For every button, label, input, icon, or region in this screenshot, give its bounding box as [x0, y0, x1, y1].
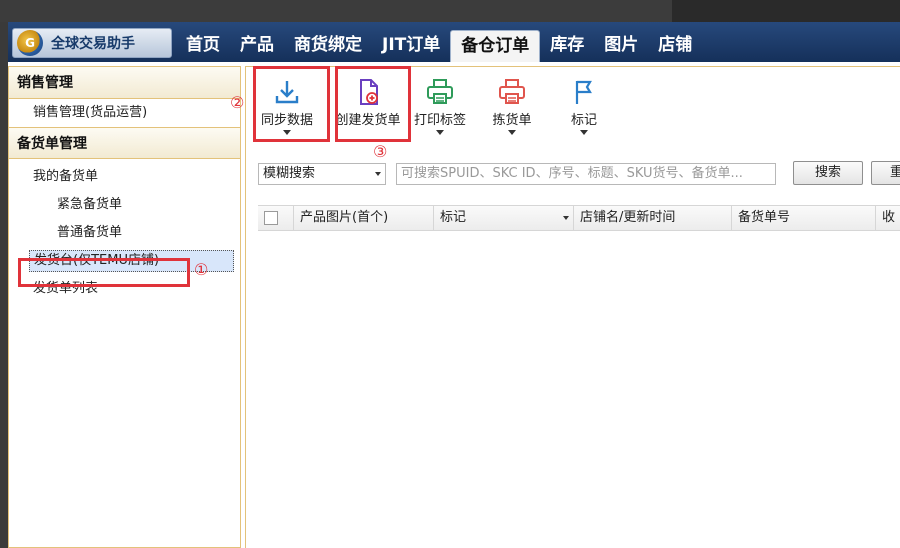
printer-icon [499, 79, 525, 104]
annotation-number-1: ① [194, 260, 209, 279]
chevron-down-icon [580, 130, 588, 135]
print-labels-button[interactable]: 打印标签 [404, 77, 476, 141]
sidebar-item-label: 我的备货单 [33, 169, 99, 184]
reset-button[interactable]: 重 [871, 161, 900, 185]
main-panel: 同步数据 创建发货单 打印标签 拣货单 标记 ② ③ 模糊搜索 可搜索SPUID… [230, 66, 900, 548]
mark-label: 标记 [570, 113, 597, 128]
menu-inventory[interactable]: 库存 [540, 30, 594, 62]
title-strip-dark [672, 0, 900, 22]
content-area: 销售管理 销售管理(货品运营) 备货单管理 我的备货单 紧急备货单 普通备货单 … [8, 62, 900, 548]
sort-arrow-icon [563, 216, 569, 220]
search-row: 模糊搜索 可搜索SPUID、SKC ID、序号、标题、SKU货号、备货单... … [246, 159, 900, 189]
highlight-box-shipping-desk [18, 258, 190, 287]
sidebar-group-sales[interactable]: 销售管理 [9, 67, 240, 99]
search-mode-select[interactable]: 模糊搜索 [258, 163, 386, 185]
column-header-receive[interactable]: 收 [876, 206, 900, 230]
main-menu: 首页 产品 商货绑定 JIT订单 备仓订单 库存 图片 店铺 [176, 22, 702, 62]
menu-products[interactable]: 产品 [230, 30, 284, 62]
menu-home[interactable]: 首页 [176, 30, 230, 62]
picking-list-button[interactable]: 拣货单 [476, 77, 548, 141]
menu-images[interactable]: 图片 [594, 30, 648, 62]
search-input[interactable]: 可搜索SPUID、SKC ID、序号、标题、SKU货号、备货单... [396, 163, 776, 185]
menu-goods-binding[interactable]: 商货绑定 [284, 30, 372, 62]
picking-list-label: 拣货单 [492, 113, 532, 128]
sidebar-item-label: 普通备货单 [57, 225, 123, 240]
chevron-down-icon [375, 172, 381, 176]
printer-icon [427, 79, 453, 104]
mark-button[interactable]: 标记 [548, 77, 620, 141]
title-strip [0, 0, 900, 22]
sidebar-item-my-orders[interactable]: 我的备货单 [9, 163, 240, 191]
column-header-order-number[interactable]: 备货单号 [732, 206, 876, 230]
search-mode-value: 模糊搜索 [263, 166, 316, 181]
column-header-mark[interactable]: 标记 [434, 206, 574, 230]
chevron-down-icon [508, 130, 516, 135]
select-all-checkbox[interactable] [264, 211, 278, 225]
table-header: 产品图片(首个) 标记 店铺名/更新时间 备货单号 收 [258, 205, 900, 231]
column-header-product-image[interactable]: 产品图片(首个) [294, 206, 434, 230]
sidebar: 销售管理 销售管理(货品运营) 备货单管理 我的备货单 紧急备货单 普通备货单 … [8, 66, 241, 548]
column-header-store-time[interactable]: 店铺名/更新时间 [574, 206, 732, 230]
chevron-down-icon [436, 130, 444, 135]
search-placeholder: 可搜索SPUID、SKC ID、序号、标题、SKU货号、备货单... [401, 166, 743, 181]
menu-stock-orders[interactable]: 备仓订单 [450, 30, 541, 62]
highlight-box-create-shipment [335, 66, 411, 142]
highlight-box-sync-data [253, 66, 330, 142]
select-all-column [258, 206, 294, 230]
menu-jit-orders[interactable]: JIT订单 [372, 30, 450, 62]
menu-stores[interactable]: 店铺 [648, 30, 702, 62]
app-name: 全球交易助手 [51, 36, 135, 52]
sidebar-item-normal-orders[interactable]: 普通备货单 [9, 219, 240, 247]
app-logo[interactable]: G 全球交易助手 [12, 28, 172, 58]
globe-logo-icon: G [17, 30, 43, 56]
sidebar-item-label: 销售管理(货品运营) [33, 105, 148, 120]
search-button[interactable]: 搜索 [793, 161, 863, 185]
sidebar-item-urgent-orders[interactable]: 紧急备货单 [9, 191, 240, 219]
print-labels-label: 打印标签 [413, 113, 466, 128]
column-header-mark-label: 标记 [440, 210, 467, 225]
flag-icon [575, 80, 592, 104]
menu-bar: G 全球交易助手 首页 产品 商货绑定 JIT订单 备仓订单 库存 图片 店铺 [8, 22, 900, 62]
app-window: G 全球交易助手 首页 产品 商货绑定 JIT订单 备仓订单 库存 图片 店铺 … [8, 22, 900, 548]
sidebar-group-stock-orders[interactable]: 备货单管理 [9, 127, 240, 159]
annotation-number-2: ② [230, 93, 245, 112]
sidebar-item-sales-ops[interactable]: 销售管理(货品运营) [9, 99, 240, 127]
sidebar-item-label: 紧急备货单 [57, 197, 123, 212]
